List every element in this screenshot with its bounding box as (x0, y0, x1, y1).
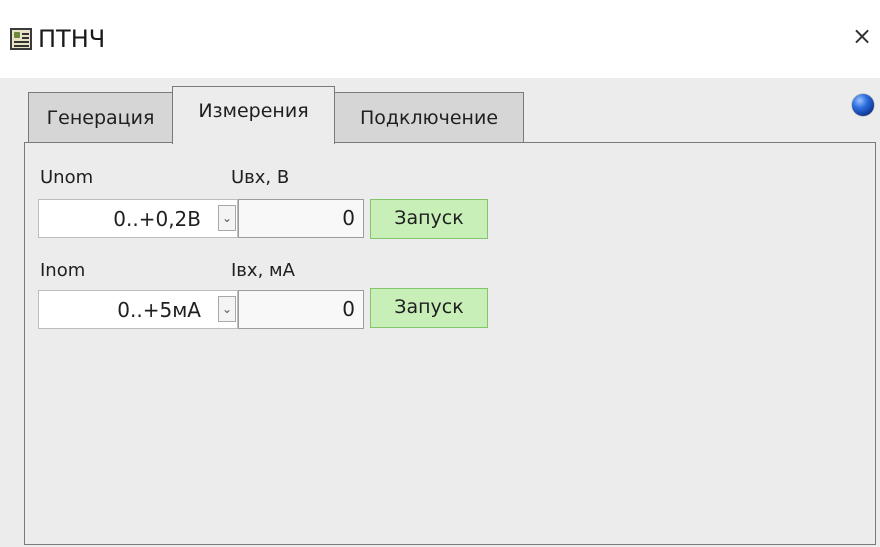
current-input-label: Iвх, мА (231, 260, 295, 281)
title-bar[interactable]: ПТНЧ × (0, 0, 880, 78)
voltage-range-select[interactable]: 0..+0,2В ⌄ (38, 199, 238, 238)
app-window: ПТНЧ × Генерация Измерения Подключение U… (0, 0, 880, 547)
window-title: ПТНЧ (38, 25, 106, 53)
voltage-input-label: Uвх, В (231, 167, 290, 188)
chevron-down-icon[interactable]: ⌄ (218, 205, 236, 231)
chevron-down-icon[interactable]: ⌄ (218, 296, 236, 322)
voltage-range-value: 0..+0,2В (113, 207, 201, 231)
current-range-value: 0..+5мА (117, 298, 201, 322)
close-icon[interactable]: × (848, 22, 876, 50)
current-range-label: Inom (40, 260, 86, 281)
tab-connection[interactable]: Подключение (334, 92, 524, 142)
voltage-start-button[interactable]: Запуск (370, 199, 488, 239)
voltage-range-label: Unom (40, 167, 94, 188)
tab-measurements[interactable]: Измерения (172, 86, 335, 144)
voltage-input-field[interactable]: 0 (238, 199, 364, 238)
current-start-button[interactable]: Запуск (370, 288, 488, 328)
tab-generation[interactable]: Генерация (28, 92, 173, 142)
current-input-field[interactable]: 0 (238, 290, 364, 329)
status-indicator (852, 94, 874, 116)
app-window-icon (10, 28, 32, 50)
current-range-select[interactable]: 0..+5мА ⌄ (38, 290, 238, 329)
